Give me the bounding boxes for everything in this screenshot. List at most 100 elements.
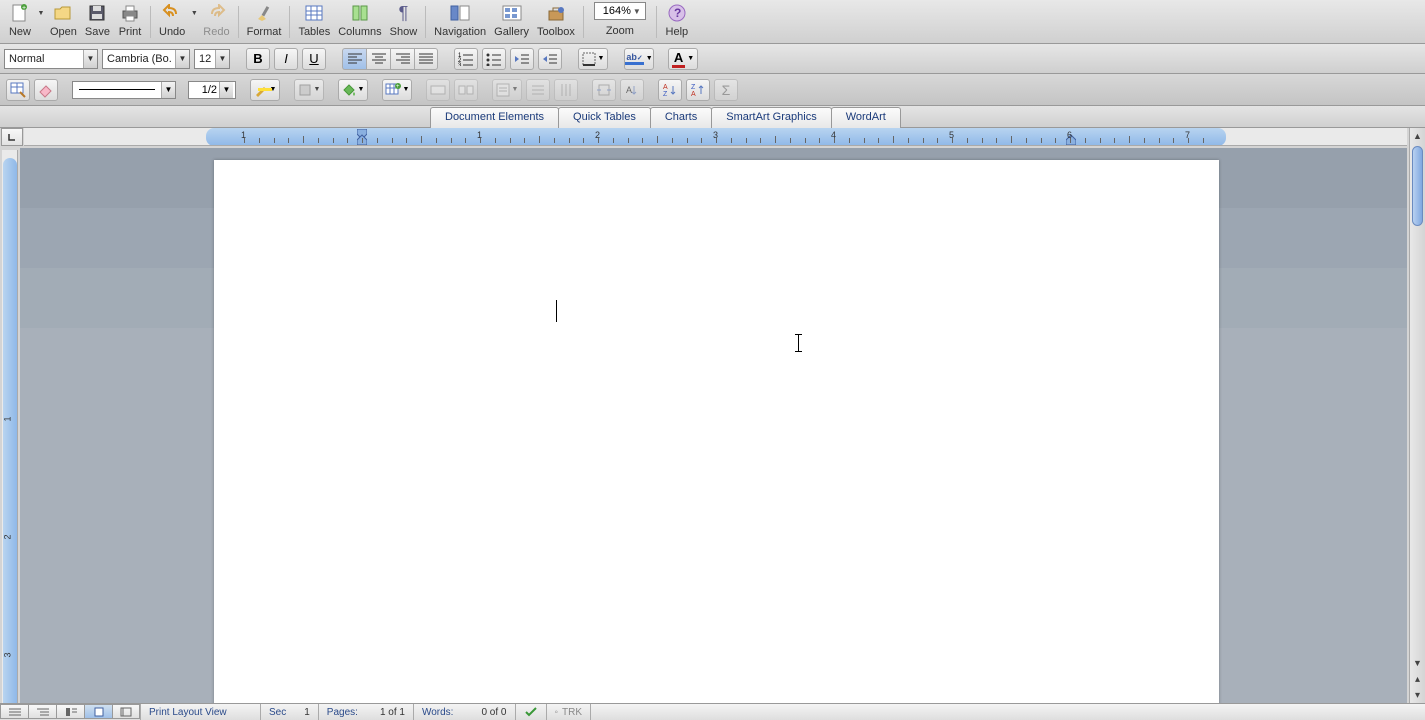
toolbox-icon [544,2,568,24]
view-outline-button[interactable] [28,704,56,719]
underline-button[interactable]: U [302,48,326,70]
align-right-button[interactable] [390,48,414,70]
pilcrow-icon: ¶ [391,2,415,24]
insert-table-button[interactable]: + ▼ [382,79,412,101]
pages-cell: Pages: 1 of 1 [319,704,414,720]
tab-smartart[interactable]: SmartArt Graphics [711,107,831,128]
track-changes-cell[interactable]: ◦ TRK [547,704,592,720]
eraser-button[interactable] [34,79,58,101]
sec-value: 1 [304,707,310,718]
style-dropdown-icon[interactable]: ▼ [83,50,97,68]
indent-button[interactable] [538,48,562,70]
highlight-button[interactable]: ab✓ ▼ [624,48,654,70]
vruler-number: 1 [3,416,13,421]
line-style-combo[interactable]: ▼ [72,81,176,99]
columns-button[interactable]: Columns [334,2,385,42]
font-dropdown-icon[interactable]: ▼ [175,50,189,68]
prev-page-icon[interactable]: ▴ [1410,671,1425,687]
draw-table-button[interactable] [6,79,30,101]
spell-check-cell[interactable] [516,704,547,720]
svg-text:+: + [22,5,26,12]
tab-quick-tables[interactable]: Quick Tables [558,107,651,128]
tables-button[interactable]: Tables [294,2,334,42]
view-print-layout-button[interactable] [84,704,112,719]
line-weight-combo[interactable]: ▼ [188,81,236,99]
help-button[interactable]: ? Help [661,2,693,42]
undo-dropdown[interactable]: ▼ [189,2,199,24]
sort-desc-button[interactable]: ZA [686,79,710,101]
numbered-list-button[interactable]: 123 [454,48,478,70]
tab-charts[interactable]: Charts [650,107,712,128]
tab-stop-selector[interactable] [1,128,23,146]
new-dropdown[interactable]: ▼ [36,2,46,24]
autofit-button[interactable] [592,79,616,101]
style-input[interactable] [5,53,83,65]
gallery-button[interactable]: Gallery [490,2,533,42]
align-left-button[interactable] [342,48,366,70]
zoom-dropdown-icon[interactable]: ▼ [631,7,643,16]
shading-button[interactable]: ▼ [294,79,324,101]
document-page[interactable] [214,160,1219,703]
bullet-list-button[interactable] [482,48,506,70]
navigation-button[interactable]: Navigation [430,2,490,42]
align-center-button[interactable] [366,48,390,70]
open-button[interactable]: Open [46,2,81,42]
split-cells-button[interactable] [454,79,478,101]
toolbox-button[interactable]: Toolbox [533,2,579,42]
scroll-up-icon[interactable]: ▲ [1410,128,1425,144]
distribute-cols-button[interactable] [554,79,578,101]
autosum-button[interactable]: Σ [714,79,738,101]
scroll-down-icon[interactable]: ▼ [1410,655,1425,671]
merge-cells-button[interactable] [426,79,450,101]
pen-color-button[interactable]: ▼ [250,79,280,101]
show-button[interactable]: ¶ Show [386,2,422,42]
font-color-button[interactable]: A ▼ [668,48,698,70]
horizontal-ruler[interactable]: 11234567 [24,128,1407,146]
outdent-button[interactable] [510,48,534,70]
sort-asc-button[interactable]: AZ [658,79,682,101]
document-area [20,148,1407,703]
zoom-combo[interactable]: ▼ [594,2,646,20]
bold-button[interactable]: B [246,48,270,70]
size-combo[interactable]: ▼ [194,49,230,69]
redo-button[interactable]: Redo [199,2,233,42]
size-dropdown-icon[interactable]: ▼ [215,50,229,68]
view-notebook-button[interactable] [112,704,140,719]
format-button[interactable]: Format [243,2,286,42]
tab-wordart[interactable]: WordArt [831,107,901,128]
print-button[interactable]: Print [114,2,146,42]
style-combo[interactable]: ▼ [4,49,98,69]
line-weight-input[interactable] [189,84,219,96]
italic-button[interactable]: I [274,48,298,70]
words-cell: Words: 0 of 0 [414,704,516,720]
text-direction-button[interactable]: A [620,79,644,101]
fill-color-button[interactable]: ▼ [338,79,368,101]
new-button[interactable]: + New [4,2,36,42]
table-icon [302,2,326,24]
undo-button[interactable]: Undo [155,2,189,42]
view-draft-button[interactable] [0,704,28,719]
align-cell-button[interactable]: ▼ [492,79,522,101]
save-button[interactable]: Save [81,2,114,42]
next-page-icon[interactable]: ▾ [1410,687,1425,703]
vertical-ruler[interactable]: 123 [2,150,18,703]
printer-icon [118,2,142,24]
undo-label: Undo [159,26,185,38]
svg-text:+: + [396,84,400,90]
tab-document-elements[interactable]: Document Elements [430,107,559,128]
zoom-input[interactable] [597,5,631,17]
borders-button[interactable]: ▼ [578,48,608,70]
view-publishing-button[interactable] [56,704,84,719]
font-input[interactable] [103,53,175,65]
size-input[interactable] [195,53,215,65]
align-group [342,48,438,70]
vertical-scrollbar[interactable]: ▲ ▼ ▴ ▾ [1409,128,1425,703]
ribbon-tabs: Document Elements Quick Tables Charts Sm… [0,106,1425,128]
help-label: Help [666,26,689,38]
distribute-rows-button[interactable] [526,79,550,101]
font-combo[interactable]: ▼ [102,49,190,69]
svg-text:A: A [663,84,668,91]
scroll-thumb[interactable] [1412,146,1423,226]
svg-text:Z: Z [691,84,696,91]
align-justify-button[interactable] [414,48,438,70]
